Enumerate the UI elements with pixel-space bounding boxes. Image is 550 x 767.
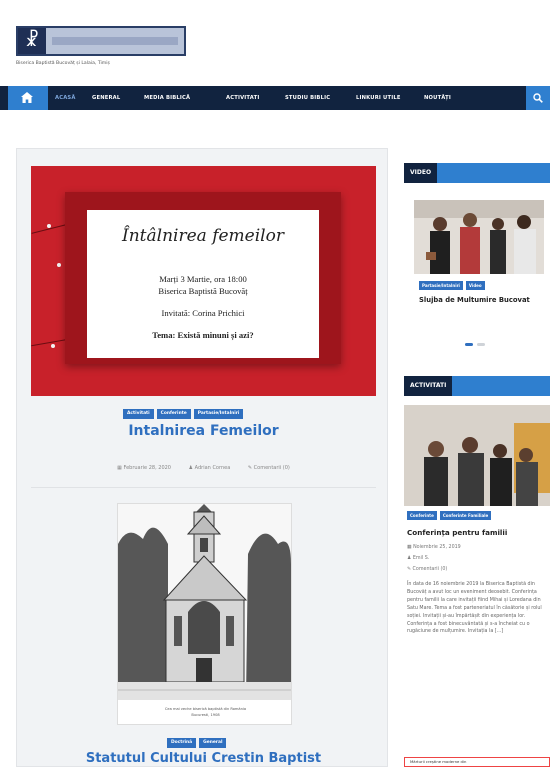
activity-author[interactable]: ♟ Emil S. [407,556,429,561]
post-tag[interactable]: Partasie/Intalniri [193,409,244,419]
activity-excerpt: În data de 16 noiembrie 2019 la Biserica… [407,582,542,635]
video-thumbnail[interactable] [414,200,544,274]
nav-item-acasa[interactable]: ACASĂ [55,86,76,110]
post-tag[interactable]: Doctrină [167,738,197,748]
carousel-dot[interactable] [477,343,485,346]
chi-rho-logo-icon: ☧ [18,28,46,54]
main-navigation: ACASĂ GENERAL MEDIA BIBLICĂ ACTIVITATI S… [0,86,550,110]
church-sketch-image [118,504,291,700]
post-tag[interactable]: Partasie/Intalniri [419,281,463,290]
widget-heading-video: VIDEO [404,163,550,183]
poster-card: Întâlnirea femeilor Marți 3 Martie, ora … [87,210,319,358]
site-tagline: Biserica Baptistă Bucovăț și Lalaia, Tim… [16,61,110,66]
post-featured-image[interactable]: Întâlnirea femeilor Marți 3 Martie, ora … [31,166,376,396]
nav-item-media-biblica[interactable]: MEDIA BIBLICĂ [144,86,190,110]
site-logo[interactable]: ☧ [16,26,186,56]
post-date[interactable]: ▦ Februarie 28, 2020 [117,465,171,471]
post-title[interactable]: Intalnirea Femeilor [31,423,376,439]
carousel-dots [465,343,495,347]
search-icon [533,93,543,103]
activity-date[interactable]: ▦ Noiembrie 25, 2019 [407,545,461,550]
post-title[interactable]: Statutul Cultului Crestin Baptist [31,751,376,766]
widget-heading-label: ACTIVITATI [404,376,453,396]
poster-guest: Invitată: Corina Prichici [161,308,245,318]
activity-tags: Conferinte Conferinte Familiale [407,511,494,520]
activity-photo [404,405,550,506]
activity-title[interactable]: Conferința pentru familii [407,528,547,538]
post-tags: Doctrină General [167,738,229,748]
decor-pin [57,263,61,267]
nav-item-linkuri-utile[interactable]: LINKURI UTILE [356,86,401,110]
video-title[interactable]: Slujba de Multumire Bucovat [419,295,539,305]
post-tag[interactable]: Conferinte Familiale [439,511,492,520]
nav-item-general[interactable]: GENERAL [92,86,120,110]
poster-frame: Întâlnirea femeilor Marți 3 Martie, ora … [65,192,341,364]
carousel-dot-active[interactable] [465,343,473,346]
sidebar-bottom-widget[interactable]: Mărturii creștine moderne din [404,757,550,767]
post-tag[interactable]: General [199,738,227,748]
post-tag[interactable]: Conferinte [407,511,437,520]
post-author[interactable]: ♟ Adrian Cornea [189,465,231,471]
decor-pin [51,344,55,348]
image-caption: Bucuresti, 1908 [191,713,220,717]
post-tag[interactable]: Activitati [123,409,154,419]
video-tags: Partasie/Intalniri Video [419,281,488,290]
nav-item-noutati[interactable]: NOUTĂȚI [424,86,451,110]
home-icon [21,92,33,103]
decor-string [31,338,69,347]
nav-item-studiu-biblic[interactable]: STUDIU BIBLIC [285,86,330,110]
post-comments[interactable]: ✎ Comentarii (0) [248,465,290,471]
post-tag[interactable]: Conferinte [156,409,191,419]
post-tag[interactable]: Video [465,281,485,290]
poster-datetime: Marți 3 Martie, ora 18:00 [159,274,247,284]
post-tags: Activitati Conferinte Partasie/Intalniri [123,409,246,419]
post-divider [31,487,376,488]
site-header: ☧ Biserica Baptistă Bucovăț și Lalaia, T… [0,0,550,86]
logo-wordmark-band [52,37,178,45]
post-featured-image[interactable]: Cea mai veche biserică baptistă din Româ… [117,503,292,725]
nav-item-activitati[interactable]: ACTIVITATI [226,86,259,110]
nav-home-button[interactable] [8,86,48,110]
widget-heading-activitati: ACTIVITATI [404,376,550,396]
video-photo [414,200,544,274]
activity-comments[interactable]: ✎ Comentarii (0) [407,567,447,572]
image-caption: Cea mai veche biserică baptistă din Româ… [164,707,247,711]
decor-pin [47,224,51,228]
activity-thumbnail[interactable] [404,405,550,506]
post-meta: ▦ Februarie 28, 2020 ♟ Adrian Cornea ✎ C… [31,465,376,471]
poster-location: Biserica Baptistă Bucovăț [158,286,248,296]
poster-theme: Tema: Există minuni și azi? [152,330,254,340]
widget-heading-label: VIDEO [404,163,438,183]
poster-title: Întâlnirea femeilor [122,226,284,246]
nav-search-button[interactable] [526,86,550,110]
